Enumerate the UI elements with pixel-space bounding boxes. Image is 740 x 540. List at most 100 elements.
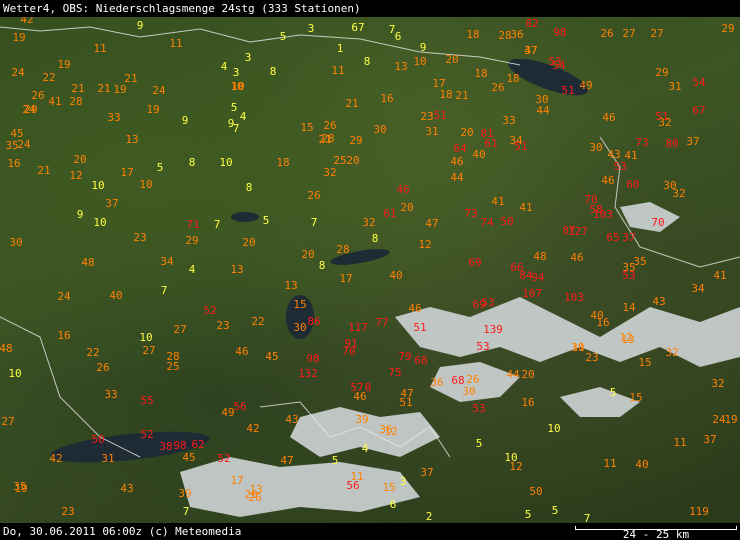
station-value: 23 <box>133 231 147 244</box>
station-value: 51 <box>514 140 528 153</box>
station-value: 77 <box>375 316 389 329</box>
station-value: 41 <box>713 269 727 282</box>
station-value: 52 <box>140 428 154 441</box>
station-value: 56 <box>346 479 360 492</box>
station-value: 18 <box>466 28 480 41</box>
station-value: 26 <box>600 27 614 40</box>
station-value: 10 <box>93 216 107 229</box>
station-value: 46 <box>235 345 249 358</box>
station-value: 46 <box>408 302 422 315</box>
station-value: 50 <box>500 215 514 228</box>
station-value: 11 <box>169 37 183 50</box>
station-value: 31 <box>425 125 439 138</box>
station-value: 30 <box>462 385 476 398</box>
station-value: 46 <box>450 155 464 168</box>
footer-timestamp: Do, 30.06.2011 06:00z (c) Meteomedia <box>3 525 242 538</box>
station-value: 8 <box>318 259 326 272</box>
station-value: 46 <box>601 174 615 187</box>
station-value: 61 <box>383 207 397 220</box>
station-value: 29 <box>349 134 363 147</box>
station-value: 28 <box>69 95 83 108</box>
station-value: 48 <box>533 250 547 263</box>
station-value: 20 <box>445 53 459 66</box>
station-value: 47 <box>524 44 538 57</box>
footer-bar: Do, 30.06.2011 06:00z (c) Meteomedia 24 … <box>0 523 740 540</box>
station-value: 41 <box>48 95 62 108</box>
station-value: 40 <box>472 148 486 161</box>
station-value: 16 <box>596 316 610 329</box>
station-value: 5 <box>262 214 270 227</box>
station-value: 5 <box>609 386 617 399</box>
station-value: 46 <box>353 390 367 403</box>
station-value: 34 <box>691 282 705 295</box>
station-value: 5 <box>156 161 164 174</box>
station-value: 51 <box>433 109 447 122</box>
station-value: 47 <box>280 454 294 467</box>
station-value: 20 <box>346 154 360 167</box>
station-value: 14 <box>622 301 636 314</box>
station-value: 24 <box>152 84 166 97</box>
station-value: 40 <box>635 458 649 471</box>
station-value: 50 <box>91 433 105 446</box>
station-value: 32 <box>665 346 679 359</box>
station-value: 20 <box>73 153 87 166</box>
station-value: 21 <box>345 97 359 110</box>
station-value: 19 <box>57 58 71 71</box>
station-value: 5 <box>230 101 238 114</box>
station-value: 27 <box>173 323 187 336</box>
station-value: 10 <box>547 422 561 435</box>
station-value: 103 <box>564 291 584 304</box>
station-value: 20 <box>242 236 256 249</box>
station-value: 22 <box>251 315 265 328</box>
station-value: 2 <box>425 510 433 523</box>
station-value: 36 <box>510 28 524 41</box>
station-value: 18 <box>276 156 290 169</box>
station-value: 1 <box>336 42 344 55</box>
station-value: 43 <box>120 482 134 495</box>
station-value: 64 <box>453 142 467 155</box>
station-value: 23 <box>420 110 434 123</box>
station-value: 4 <box>188 263 196 276</box>
station-value: 21 <box>71 82 85 95</box>
station-value: 23 <box>585 351 599 364</box>
station-value: 13 <box>125 133 139 146</box>
station-value: 62 <box>191 438 205 451</box>
station-value: 46 <box>570 251 584 264</box>
station-value: 30 <box>293 321 307 334</box>
station-value: 37 <box>622 231 636 244</box>
station-value: 25 <box>166 360 180 373</box>
station-value: 13 <box>394 60 408 73</box>
station-value: 68 <box>414 354 428 367</box>
station-value: 103 <box>593 208 613 221</box>
station-value: 33 <box>107 111 121 124</box>
station-value: 127 <box>568 225 588 238</box>
station-value: 3 <box>399 475 407 488</box>
station-value: 29 <box>721 22 735 35</box>
station-value: 49 <box>579 79 593 92</box>
station-value: 119 <box>689 505 709 518</box>
station-value: 44 <box>506 368 520 381</box>
station-value: 9 <box>181 114 189 127</box>
station-value: 47 <box>425 217 439 230</box>
station-value: 37 <box>686 135 700 148</box>
station-value: 21 <box>37 164 51 177</box>
station-value: 79 <box>398 350 412 363</box>
station-value: 70 <box>342 345 356 358</box>
station-value: 52 <box>203 304 217 317</box>
station-value: 7 <box>160 284 168 297</box>
station-value: 33 <box>502 114 516 127</box>
station-value: 13 <box>621 333 635 346</box>
station-value: 37 <box>105 197 119 210</box>
station-value: 32 <box>362 216 376 229</box>
station-value: 8 <box>269 65 277 78</box>
station-value: 15 <box>300 121 314 134</box>
station-value: 3 <box>232 66 240 79</box>
station-value: 38 <box>159 440 173 453</box>
station-value: 26 <box>307 189 321 202</box>
station-value: 54 <box>692 76 706 89</box>
station-value: 31 <box>101 452 115 465</box>
station-value: 5 <box>475 437 483 450</box>
station-value: 24 <box>11 66 25 79</box>
station-value: 32 <box>711 377 725 390</box>
station-value: 41 <box>491 195 505 208</box>
